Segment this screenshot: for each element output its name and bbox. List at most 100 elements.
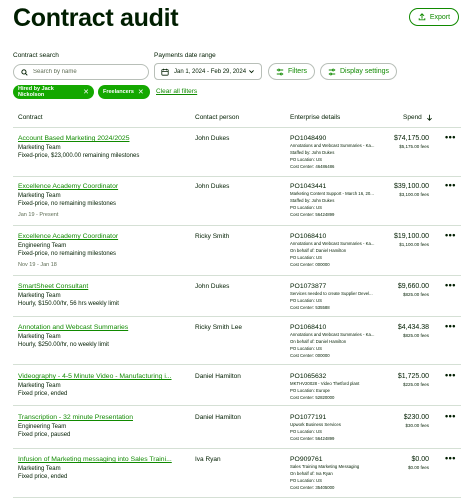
contract-terms: Fixed price, ended	[18, 391, 68, 397]
contract-terms: Fixed-price, $23,000.00 remaining milest…	[18, 153, 140, 159]
contract-team: Engineering Team	[18, 243, 67, 249]
po-detail: Cost Center: 52820000	[290, 395, 335, 400]
contact-person: John Dukes	[195, 135, 230, 142]
po-detail: Annotations and Webcast Summaries - Ka..…	[290, 332, 375, 337]
po-detail: Cost Center: 35405000	[290, 485, 335, 490]
contract-terms: Fixed-price, no remaining milestones	[18, 251, 117, 257]
po-detail: On behalf of: Daniel Hamilton	[290, 248, 347, 253]
more-horizontal-icon[interactable]: •••	[445, 181, 456, 190]
po-detail: Staffed by: John Dukes	[290, 198, 335, 203]
contract-link[interactable]: Excellence Academy Coordinator	[18, 183, 118, 190]
contract-link[interactable]: Annotation and Webcast Summaries	[18, 324, 128, 331]
more-horizontal-icon[interactable]: •••	[445, 412, 456, 421]
export-label: Export	[429, 13, 451, 21]
column-header-contract[interactable]: Contract	[18, 114, 43, 121]
spend-amount: $1,725.00	[397, 373, 429, 380]
spend-amount: $74,175.00	[393, 135, 429, 142]
contract-link[interactable]: SmartSheet Consultant	[18, 283, 88, 290]
po-number: PO1048490	[290, 135, 327, 142]
contract-link[interactable]: Excellence Academy Coordinator	[18, 233, 118, 240]
more-horizontal-icon[interactable]: •••	[445, 454, 456, 463]
po-detail: Cost Center: 56424899	[290, 436, 335, 441]
po-detail: PO Location: Europe	[290, 388, 330, 393]
spend-amount: $19,100.00	[393, 233, 429, 240]
more-horizontal-icon[interactable]: •••	[445, 371, 456, 380]
contact-person: John Dukes	[195, 183, 230, 190]
po-detail: Cost Center: 000000	[290, 353, 330, 358]
contract-team: Marketing Team	[18, 145, 61, 151]
display-settings-button[interactable]: Display settings	[320, 63, 397, 80]
spend-header-label: Spend	[403, 114, 422, 121]
display-settings-label: Display settings	[339, 68, 390, 75]
spend-fees: $0.00 fees	[407, 465, 429, 470]
po-detail: Upwork Business Services	[290, 422, 341, 427]
date-range-value: Jan 1, 2024 - Feb 29, 2024	[174, 68, 247, 75]
search-input[interactable]	[33, 69, 143, 75]
contact-person: Daniel Hamilton	[195, 373, 241, 380]
po-number: PO1077191	[290, 414, 327, 421]
contact-person: Ricky Smith Lee	[195, 324, 242, 331]
po-detail: Services needed to create Supplier Devel…	[290, 291, 373, 296]
spend-fees: $5,175.00 fees	[399, 144, 429, 149]
spend-fees: $225.00 fees	[402, 382, 429, 387]
date-range-picker[interactable]: Jan 1, 2024 - Feb 29, 2024	[154, 63, 262, 80]
contract-link[interactable]: Videography - 4-5 Minute Video - Manufac…	[18, 373, 172, 380]
column-header-spend[interactable]: Spend	[403, 114, 433, 121]
clear-filters-link[interactable]: Clear all filters	[156, 88, 197, 95]
filter-icon	[276, 68, 284, 75]
calendar-icon	[161, 68, 169, 76]
row-divider	[13, 316, 461, 317]
row-divider	[13, 497, 461, 498]
more-horizontal-icon[interactable]: •••	[445, 281, 456, 290]
more-horizontal-icon[interactable]: •••	[445, 133, 456, 142]
more-horizontal-icon[interactable]: •••	[445, 231, 456, 240]
arrow-down-icon	[426, 114, 432, 121]
po-number: PO1068410	[290, 324, 327, 331]
po-detail: Cost Center: 56424899	[290, 212, 335, 217]
po-detail: PO Location: US	[290, 478, 323, 483]
contract-terms: Hourly, $250.00/hr, no weekly limit	[18, 342, 109, 348]
export-button[interactable]: Export	[409, 8, 459, 26]
po-detail: Staffed by: John Dukes	[290, 150, 335, 155]
contract-dates: Jan 19 - Present	[18, 212, 59, 218]
date-range-label: Payments date range	[154, 52, 216, 59]
export-icon	[418, 13, 426, 21]
contract-team: Marketing Team	[18, 334, 61, 340]
spend-amount: $9,660.00	[397, 283, 429, 290]
contract-team: Marketing Team	[18, 193, 61, 199]
filter-chip-freelancers[interactable]: Freelancers ✕	[98, 85, 150, 99]
row-divider	[13, 405, 461, 406]
contract-terms: Fixed price, paused	[18, 432, 71, 438]
po-number: PO1043441	[290, 183, 327, 190]
close-icon[interactable]: ✕	[83, 89, 89, 96]
spend-fees: $3,100.00 fees	[399, 192, 429, 197]
contract-link[interactable]: Infusion of Marketing messaging into Sal…	[18, 456, 172, 463]
filter-chip-hired-by[interactable]: Hired by Jack Nickolson ✕	[13, 85, 94, 99]
column-header-person[interactable]: Contact person	[195, 114, 239, 121]
po-detail: PO Location: US	[290, 255, 323, 260]
po-number: PO1068410	[290, 233, 327, 240]
contract-link[interactable]: Transcription - 32 minute Presentation	[18, 414, 133, 421]
po-number: PO1065632	[290, 373, 327, 380]
row-divider	[13, 364, 461, 365]
po-detail: PO Location: US	[290, 157, 323, 162]
more-horizontal-icon[interactable]: •••	[445, 322, 456, 331]
row-divider	[13, 275, 461, 276]
search-label: Contract search	[13, 52, 59, 59]
filters-button[interactable]: Filters	[268, 63, 315, 80]
po-detail: PO Location: US	[290, 346, 323, 351]
contact-person: Daniel Hamilton	[195, 414, 241, 421]
po-detail: MKTHV20028 - Video Thetford plant	[290, 381, 360, 386]
search-field[interactable]	[13, 64, 149, 80]
contract-team: Engineering Team	[18, 424, 67, 430]
chip-label: Hired by Jack Nickolson	[18, 86, 54, 98]
contract-link[interactable]: Account Based Marketing 2024/2025	[18, 135, 129, 142]
po-detail: On behalf of: Iva Ryan	[290, 471, 333, 476]
spend-fees: $30.00 fees	[405, 423, 429, 428]
table-header-divider	[13, 127, 461, 128]
row-divider	[13, 176, 461, 177]
contract-terms: Hourly, $150.00/hr, 56 hrs weekly limit	[18, 301, 119, 307]
column-header-enterprise[interactable]: Enterprise details	[290, 114, 340, 121]
search-icon	[21, 68, 28, 76]
close-icon[interactable]: ✕	[138, 89, 144, 96]
